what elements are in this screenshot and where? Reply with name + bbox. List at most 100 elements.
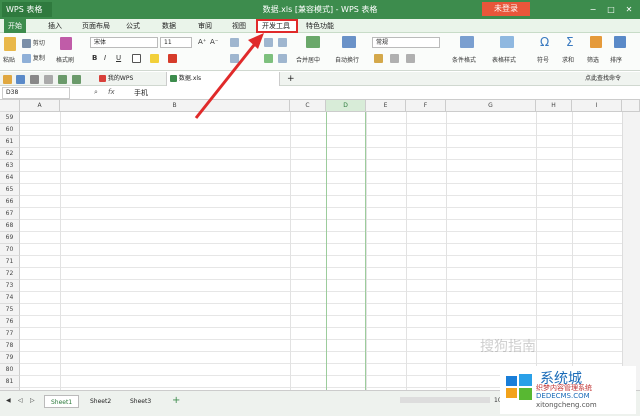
row-header[interactable]: 65 — [0, 184, 20, 196]
row-header[interactable]: 69 — [0, 232, 20, 244]
tab-data-file[interactable]: 数据.xls — [166, 72, 280, 86]
row-header[interactable]: 76 — [0, 316, 20, 328]
sheet-tab-sheet1[interactable]: Sheet1 — [44, 395, 80, 408]
grow-font-icon[interactable]: A⁺ — [198, 38, 206, 46]
horizontal-scrollbar[interactable] — [400, 397, 490, 403]
add-sheet-icon[interactable]: + — [172, 395, 180, 406]
tab-developer-tools[interactable]: 开发工具 — [256, 19, 298, 33]
column-header-f[interactable]: F — [406, 100, 446, 112]
row-header[interactable]: 66 — [0, 196, 20, 208]
omega-icon[interactable]: Ω — [540, 35, 549, 49]
align-middle-icon[interactable] — [264, 38, 273, 47]
column-header-b[interactable]: B — [60, 100, 290, 112]
tab-my-wps[interactable]: 我的WPS — [96, 72, 136, 86]
save-icon[interactable] — [16, 75, 25, 84]
row-header[interactable]: 59 — [0, 112, 20, 124]
row-header[interactable]: 74 — [0, 292, 20, 304]
tab-insert[interactable]: 插入 — [44, 19, 66, 33]
merge-center-button[interactable] — [306, 36, 320, 48]
border-icon[interactable] — [132, 54, 141, 63]
row-header[interactable]: 70 — [0, 244, 20, 256]
italic-button[interactable]: I — [104, 54, 106, 62]
close-icon[interactable]: ✕ — [622, 3, 636, 16]
tab-formulas[interactable]: 公式 — [122, 19, 144, 33]
command-search[interactable]: 点此查找命令 — [582, 72, 624, 86]
sort-icon[interactable] — [614, 36, 626, 48]
sigma-icon[interactable]: Σ — [566, 35, 574, 49]
maximize-icon[interactable]: □ — [604, 3, 618, 16]
row-header[interactable]: 80 — [0, 364, 20, 376]
sheet-tab-sheet2[interactable]: Sheet2 — [84, 395, 117, 408]
align-left-icon[interactable] — [230, 54, 239, 63]
font-size-select[interactable]: 11 — [160, 37, 192, 48]
first-sheet-icon[interactable]: ◀ — [6, 397, 11, 404]
fx-button[interactable]: fx — [108, 88, 115, 96]
tab-data[interactable]: 数据 — [158, 19, 180, 33]
cut-button[interactable]: 剪切 — [22, 38, 45, 48]
tab-view[interactable]: 视图 — [228, 19, 250, 33]
tab-special-features[interactable]: 特色功能 — [302, 19, 338, 33]
row-header[interactable]: 77 — [0, 328, 20, 340]
row-header[interactable]: 71 — [0, 256, 20, 268]
row-header[interactable]: 63 — [0, 160, 20, 172]
align-right-icon[interactable] — [278, 54, 287, 63]
decimal-increase-icon[interactable] — [406, 54, 415, 63]
column-header-d[interactable]: D — [326, 100, 366, 112]
row-header[interactable]: 81 — [0, 376, 20, 388]
column-header-g[interactable]: G — [446, 100, 536, 112]
row-header[interactable]: 78 — [0, 340, 20, 352]
table-style-button[interactable] — [500, 36, 514, 48]
shrink-font-icon[interactable]: A⁻ — [210, 38, 218, 46]
undo-icon[interactable] — [58, 75, 67, 84]
row-header[interactable]: 75 — [0, 304, 20, 316]
minimize-icon[interactable]: − — [586, 3, 600, 16]
row-header[interactable]: 73 — [0, 280, 20, 292]
paste-button[interactable] — [4, 37, 16, 51]
tab-review[interactable]: 审阅 — [194, 19, 216, 33]
new-tab-button[interactable]: + — [284, 72, 298, 86]
print-icon[interactable] — [30, 75, 39, 84]
preview-icon[interactable] — [44, 75, 53, 84]
vertical-scrollbar-track[interactable] — [622, 112, 640, 390]
wrap-text-button[interactable] — [342, 36, 356, 48]
row-header[interactable]: 79 — [0, 352, 20, 364]
align-center-icon[interactable] — [264, 54, 273, 63]
vertical-scrollbar[interactable] — [622, 100, 640, 112]
column-header-e[interactable]: E — [366, 100, 406, 112]
spreadsheet-grid[interactable]: A B C D E F G H I 59 60 61 62 63 64 65 66 67 68 69… — [0, 100, 640, 390]
font-family-select[interactable]: 宋体 — [90, 37, 158, 48]
formula-input[interactable]: 手机 — [134, 88, 148, 98]
filter-icon[interactable] — [590, 36, 602, 48]
copy-button[interactable]: 复制 — [22, 53, 45, 63]
name-box[interactable]: D38 — [2, 87, 70, 99]
column-header-h[interactable]: H — [536, 100, 572, 112]
fill-color-icon[interactable] — [150, 54, 159, 63]
login-button[interactable]: 未登录 — [482, 2, 530, 16]
row-header[interactable]: 61 — [0, 136, 20, 148]
prev-sheet-icon[interactable]: ◁ — [18, 397, 23, 404]
sheet-tab-sheet3[interactable]: Sheet3 — [124, 395, 157, 408]
font-color-icon[interactable] — [168, 54, 177, 63]
align-top-icon[interactable] — [230, 38, 239, 47]
percent-icon[interactable] — [390, 54, 399, 63]
column-header-c[interactable]: C — [290, 100, 326, 112]
row-header[interactable]: 68 — [0, 220, 20, 232]
number-format-select[interactable]: 常规 — [372, 37, 440, 48]
format-painter-button[interactable] — [60, 37, 72, 50]
row-header[interactable]: 64 — [0, 172, 20, 184]
redo-icon[interactable] — [72, 75, 81, 84]
select-all-corner[interactable] — [0, 100, 20, 112]
next-sheet-icon[interactable]: ▷ — [30, 397, 35, 404]
align-bottom-icon[interactable] — [278, 38, 287, 47]
bold-button[interactable]: B — [92, 54, 97, 62]
zoom-icon[interactable]: ⌕ — [94, 88, 98, 97]
underline-button[interactable]: U — [116, 54, 121, 62]
row-header[interactable]: 60 — [0, 124, 20, 136]
conditional-format-button[interactable] — [460, 36, 474, 48]
tab-page-layout[interactable]: 页面布局 — [78, 19, 114, 33]
row-header[interactable]: 67 — [0, 208, 20, 220]
row-header[interactable]: 72 — [0, 268, 20, 280]
column-header-a[interactable]: A — [20, 100, 60, 112]
currency-icon[interactable] — [374, 54, 383, 63]
open-folder-icon[interactable] — [3, 75, 12, 84]
